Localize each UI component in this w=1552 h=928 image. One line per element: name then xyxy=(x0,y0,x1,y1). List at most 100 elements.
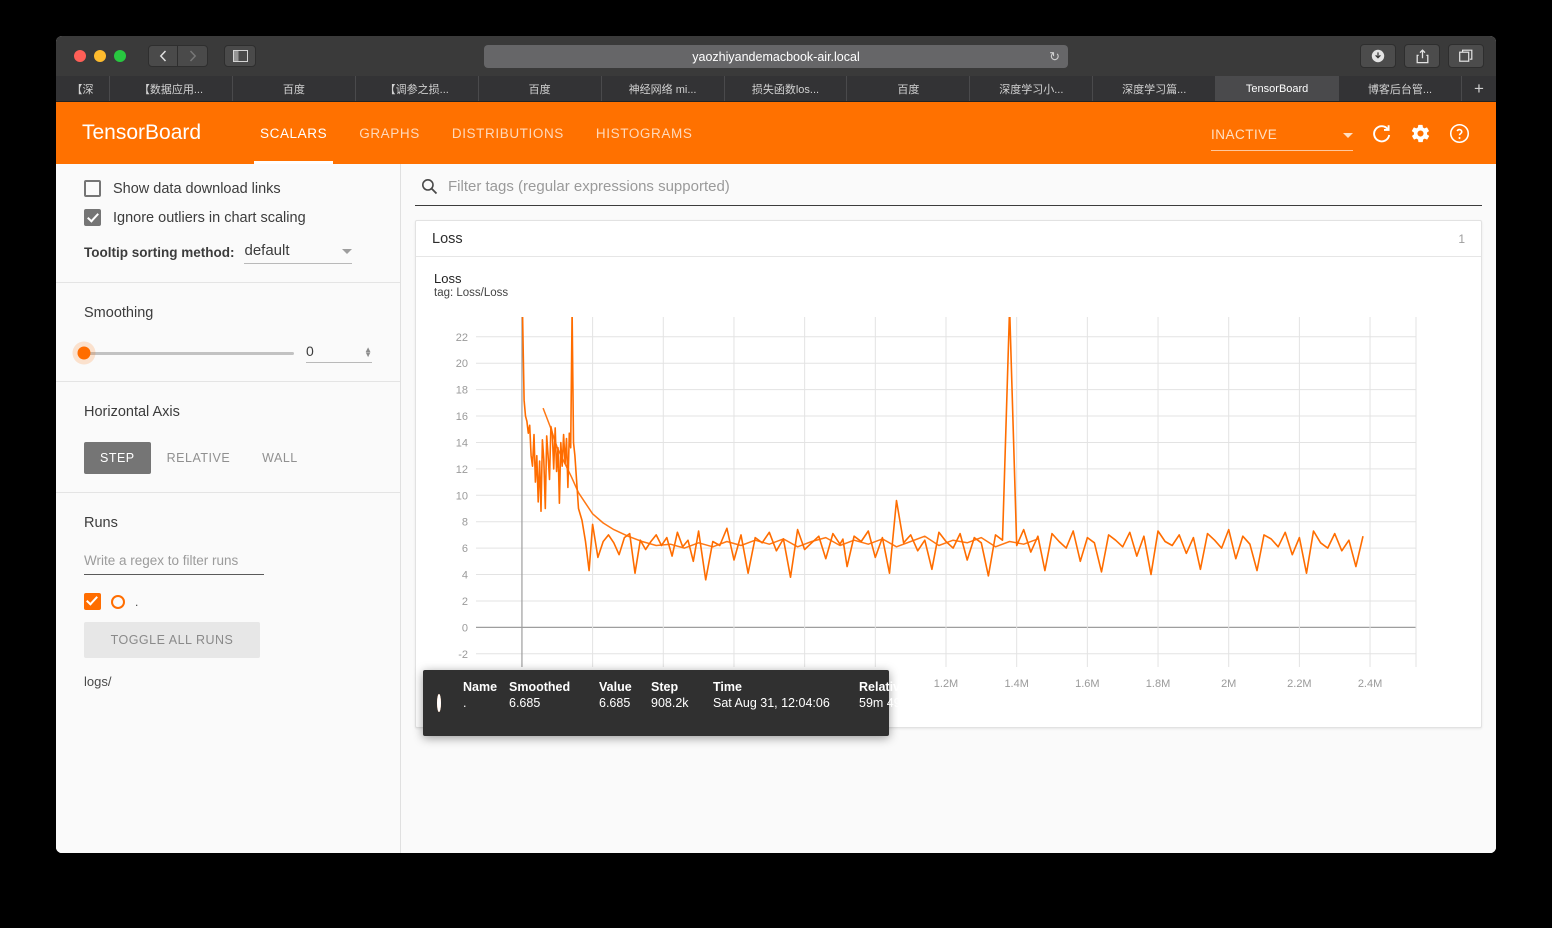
tooltip-row-swatch-cell xyxy=(437,694,463,712)
tag-filter-bar[interactable]: Filter tags (regular expressions support… xyxy=(415,178,1482,206)
chart-svg: 2220181614121086420-20200k400k600k800k1M… xyxy=(456,317,1417,690)
card-header[interactable]: Loss 1 xyxy=(416,221,1481,257)
close-window-button[interactable] xyxy=(74,50,86,62)
sidebar-divider xyxy=(56,381,400,382)
svg-text:0: 0 xyxy=(462,622,468,634)
tab-graphs[interactable]: GRAPHS xyxy=(343,102,436,164)
smoothing-input[interactable]: 0 ▲ ▼ xyxy=(306,343,372,363)
tooltip-row-smoothed: 6.685 xyxy=(509,696,541,710)
reload-page-button[interactable]: ↻ xyxy=(1049,49,1060,65)
back-button[interactable] xyxy=(148,45,178,67)
svg-text:1.4M: 1.4M xyxy=(1004,678,1028,690)
desktop-background: yaozhiyandemacbook-air.local ↻ 【深 【数据应用.… xyxy=(0,0,1552,928)
browser-tab[interactable]: 深度学习篇... xyxy=(1093,76,1217,101)
ignore-outliers-label: Ignore outliers in chart scaling xyxy=(113,209,306,226)
address-bar[interactable]: yaozhiyandemacbook-air.local ↻ xyxy=(484,45,1068,68)
svg-text:20: 20 xyxy=(456,358,468,370)
browser-tab-strip: 【深 【数据应用... 百度 【调参之损... 百度 神经网络 mi... 损失… xyxy=(56,76,1496,102)
svg-text:2: 2 xyxy=(462,596,468,608)
share-button[interactable] xyxy=(1404,44,1440,68)
tooltip-row-value: 6.685 xyxy=(599,696,631,710)
browser-tab[interactable]: 神经网络 mi... xyxy=(602,76,725,101)
run-status-label: INACTIVE xyxy=(1211,127,1278,142)
chart-container: Loss tag: Loss/Loss 22 20 18 16 14 12 10 8 6 4 2 0-… xyxy=(416,257,1481,727)
run-item[interactable]: . xyxy=(84,593,372,610)
browser-tab[interactable]: 百度 xyxy=(479,76,602,101)
browser-tab-label: 【调参之损... xyxy=(384,83,449,96)
help-button[interactable] xyxy=(1449,123,1470,144)
browser-tab[interactable]: 博客后台管... xyxy=(1339,76,1462,101)
share-icon xyxy=(1416,48,1428,63)
line-chart[interactable]: 2220181614121086420-20200k400k600k800k1M… xyxy=(434,309,1474,690)
search-icon xyxy=(421,178,438,195)
axis-option-wall[interactable]: WALL xyxy=(246,442,314,474)
svg-text:14: 14 xyxy=(456,437,468,449)
axis-option-relative[interactable]: RELATIVE xyxy=(151,442,247,474)
new-tab-label: + xyxy=(1474,78,1484,98)
tab-histograms[interactable]: HISTOGRAMS xyxy=(580,102,709,164)
svg-text:18: 18 xyxy=(456,385,468,397)
run-status-dropdown[interactable]: INACTIVE xyxy=(1211,127,1353,151)
browser-tab[interactable]: 深度学习小... xyxy=(970,76,1094,101)
toggle-all-runs-button[interactable]: TOGGLE ALL RUNS xyxy=(84,622,260,658)
browser-tab[interactable]: 【数据应用... xyxy=(110,76,233,101)
downloads-button[interactable] xyxy=(1360,44,1396,68)
browser-tab-active[interactable]: TensorBoard xyxy=(1216,76,1340,101)
forward-button[interactable] xyxy=(178,45,208,67)
browser-tab-label: 博客后台管... xyxy=(1367,83,1433,96)
maximize-window-button[interactable] xyxy=(114,50,126,62)
tooltip-sorting-label: Tooltip sorting method: xyxy=(84,245,235,260)
download-icon xyxy=(1371,49,1385,63)
tooltip-header-smoothed: Smoothed xyxy=(509,680,571,694)
tooltip-row-relative: 59m 49s xyxy=(859,696,907,710)
browser-tab-label: 百度 xyxy=(282,83,305,96)
toggle-all-runs-label: TOGGLE ALL RUNS xyxy=(110,633,234,647)
browser-tab[interactable]: 百度 xyxy=(847,76,971,101)
tensorboard-header-actions: INACTIVE xyxy=(1211,102,1470,164)
sidebar-toggle-button[interactable] xyxy=(224,45,256,67)
chevron-down-icon xyxy=(342,249,353,254)
sidebar-toggle-icon xyxy=(232,50,248,62)
horizontal-axis-title: Horizontal Axis xyxy=(84,404,180,420)
chart-title: Loss xyxy=(434,271,462,286)
tooltip-header-relative: Relative xyxy=(859,680,907,694)
browser-tab-label: 【深 xyxy=(71,83,94,96)
browser-tab[interactable]: 百度 xyxy=(233,76,356,101)
new-tab-button[interactable]: + xyxy=(1462,76,1496,101)
browser-window: yaozhiyandemacbook-air.local ↻ 【深 【数据应用.… xyxy=(56,36,1496,853)
minimize-window-button[interactable] xyxy=(94,50,106,62)
axis-option-step[interactable]: STEP xyxy=(84,442,151,474)
tag-filter-placeholder: Filter tags (regular expressions support… xyxy=(448,178,730,195)
svg-text:1.6M: 1.6M xyxy=(1075,678,1099,690)
show-download-links-row[interactable]: Show data download links xyxy=(84,180,372,197)
window-traffic-lights xyxy=(74,50,126,62)
run-checkbox[interactable] xyxy=(84,593,101,610)
browser-tab-label: 深度学习小... xyxy=(999,83,1064,96)
show-download-links-checkbox[interactable] xyxy=(84,180,101,197)
tabs-overview-button[interactable] xyxy=(1448,44,1484,68)
tooltip-header-value: Value xyxy=(599,680,632,694)
smoothing-stepper[interactable]: ▲ ▼ xyxy=(364,346,372,359)
ignore-outliers-row[interactable]: Ignore outliers in chart scaling xyxy=(84,209,372,226)
card-title: Loss xyxy=(432,230,463,247)
gear-icon xyxy=(1411,124,1430,142)
browser-tab[interactable]: 【深 xyxy=(56,76,110,101)
browser-tab[interactable]: 【调参之损... xyxy=(356,76,479,101)
smoothing-slider[interactable] xyxy=(77,346,294,360)
smoothing-slider-thumb[interactable] xyxy=(77,346,91,360)
chevron-left-icon xyxy=(159,50,167,62)
stepper-down-icon: ▼ xyxy=(364,350,372,359)
runs-filter-input[interactable]: Write a regex to filter runs xyxy=(84,553,264,575)
smoothing-section: Smoothing 0 ▲ ▼ xyxy=(56,305,400,363)
tooltip-sorting-dropdown[interactable]: default xyxy=(244,242,353,264)
sidebar: Show data download links Ignore outliers… xyxy=(56,164,401,853)
tab-scalars[interactable]: SCALARS xyxy=(244,102,343,164)
svg-text:-2: -2 xyxy=(458,649,468,661)
ignore-outliers-checkbox[interactable] xyxy=(84,209,101,226)
svg-text:1.8M: 1.8M xyxy=(1146,678,1170,690)
reload-data-button[interactable] xyxy=(1371,123,1392,144)
tab-distributions[interactable]: DISTRIBUTIONS xyxy=(436,102,580,164)
browser-tab[interactable]: 损失函数los... xyxy=(725,76,848,101)
settings-button[interactable] xyxy=(1410,123,1431,144)
browser-tab-label: 损失函数los... xyxy=(751,83,820,96)
